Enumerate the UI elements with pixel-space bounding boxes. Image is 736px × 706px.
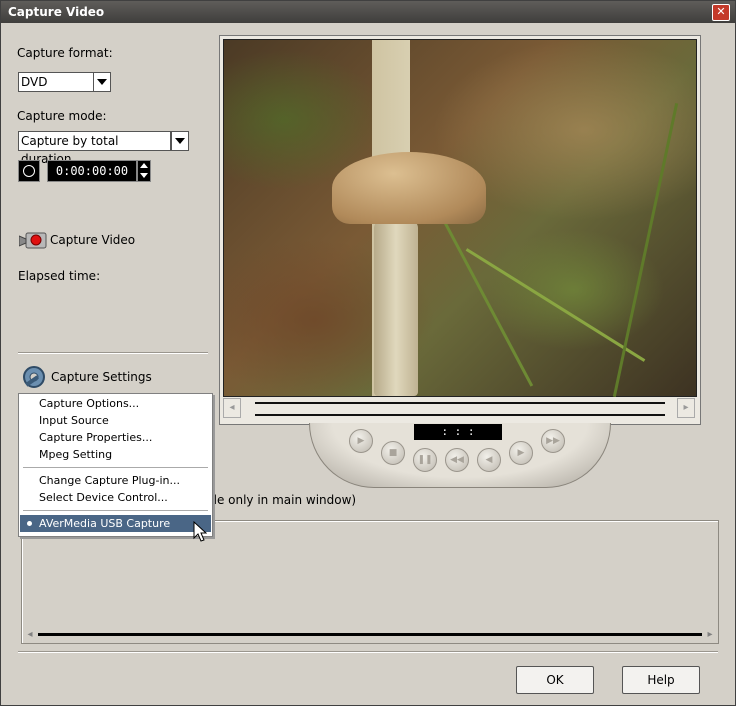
fast-forward-icon: ▶▶: [546, 436, 560, 446]
preview-scrollbar[interactable]: ◂ ▸: [223, 398, 695, 418]
close-icon: ✕: [716, 5, 726, 18]
clock-icon[interactable]: [18, 160, 40, 182]
play-button[interactable]: ▶: [349, 429, 373, 453]
capture-video-dialog: Capture Video ✕ Capture format: DVD Capt…: [0, 0, 736, 706]
capture-mode-select[interactable]: Capture by total duration: [18, 131, 171, 166]
capture-format-label: Capture format:: [17, 46, 113, 60]
info-text: ble only in main window): [206, 493, 357, 507]
menu-item-avermedia-usb-capture[interactable]: AVerMedia USB Capture: [20, 515, 211, 532]
pause-button[interactable]: ❚❚: [413, 448, 437, 472]
fast-forward-end-button[interactable]: ▶▶: [541, 429, 565, 453]
left-panel-divider: [18, 352, 208, 354]
rewind-button[interactable]: ◀◀: [445, 448, 469, 472]
gear-icon[interactable]: [21, 364, 47, 390]
menu-item-select-device-control[interactable]: Select Device Control...: [20, 489, 211, 506]
window-title: Capture Video: [8, 5, 105, 19]
help-button[interactable]: Help: [622, 666, 700, 694]
video-camera-icon[interactable]: [19, 230, 47, 250]
menu-separator: [23, 467, 208, 468]
preview-window: ◂ ▸: [219, 35, 701, 425]
ok-button[interactable]: OK: [516, 666, 594, 694]
title-bar: Capture Video ✕: [1, 1, 735, 23]
video-preview: [223, 39, 697, 398]
menu-separator: [23, 510, 208, 511]
duration-spinner[interactable]: [137, 160, 151, 182]
capture-mode-label: Capture mode:: [17, 109, 107, 123]
previous-frame-button[interactable]: ◀: [477, 448, 501, 472]
menu-item-input-source[interactable]: Input Source: [20, 412, 211, 429]
capture-settings-menu: Capture Options... Input Source Capture …: [18, 393, 213, 537]
scroll-right-button[interactable]: ▸: [677, 398, 695, 418]
menu-item-capture-options[interactable]: Capture Options...: [20, 395, 211, 412]
mushroom-stem: [374, 220, 418, 396]
capture-settings-button[interactable]: Capture Settings: [51, 370, 152, 384]
timecode-display: : : :: [414, 424, 502, 440]
rewind-icon: ◀◀: [450, 455, 464, 465]
mushroom-cap: [332, 152, 486, 224]
capture-video-button[interactable]: Capture Video: [50, 233, 135, 247]
elapsed-time-label: Elapsed time:: [18, 269, 101, 283]
info-panel-scrollbar[interactable]: ◂ ▸: [22, 627, 718, 643]
duration-field[interactable]: 0:00:00:00: [47, 160, 137, 182]
capture-format-select[interactable]: DVD: [18, 72, 94, 92]
capture-mode-dropdown-button[interactable]: [171, 131, 189, 151]
pause-icon: ❚❚: [417, 455, 433, 465]
bottom-divider: [18, 651, 718, 653]
scroll-left-icon[interactable]: ◂: [24, 629, 36, 641]
step-back-icon: ◀: [485, 455, 493, 465]
mouse-cursor-icon: [193, 521, 207, 542]
play-icon: ▶: [357, 436, 365, 446]
menu-item-mpeg-setting[interactable]: Mpeg Setting: [20, 446, 211, 463]
radio-bullet-icon: [27, 521, 32, 526]
stop-button[interactable]: ■: [381, 441, 405, 465]
scroll-right-icon[interactable]: ▸: [704, 629, 716, 641]
capture-format-dropdown-button[interactable]: [93, 72, 111, 92]
scroll-left-button[interactable]: ◂: [223, 398, 241, 418]
scroll-track[interactable]: [255, 402, 665, 416]
menu-item-capture-properties[interactable]: Capture Properties...: [20, 429, 211, 446]
step-forward-icon: ▶: [517, 448, 525, 458]
stop-icon: ■: [388, 448, 398, 458]
next-frame-button[interactable]: ▶: [509, 441, 533, 465]
menu-item-change-capture-plugin[interactable]: Change Capture Plug-in...: [20, 472, 211, 489]
scroll-track[interactable]: [38, 633, 702, 636]
close-button[interactable]: ✕: [712, 4, 730, 21]
info-panel: ◂ ▸: [21, 520, 719, 644]
